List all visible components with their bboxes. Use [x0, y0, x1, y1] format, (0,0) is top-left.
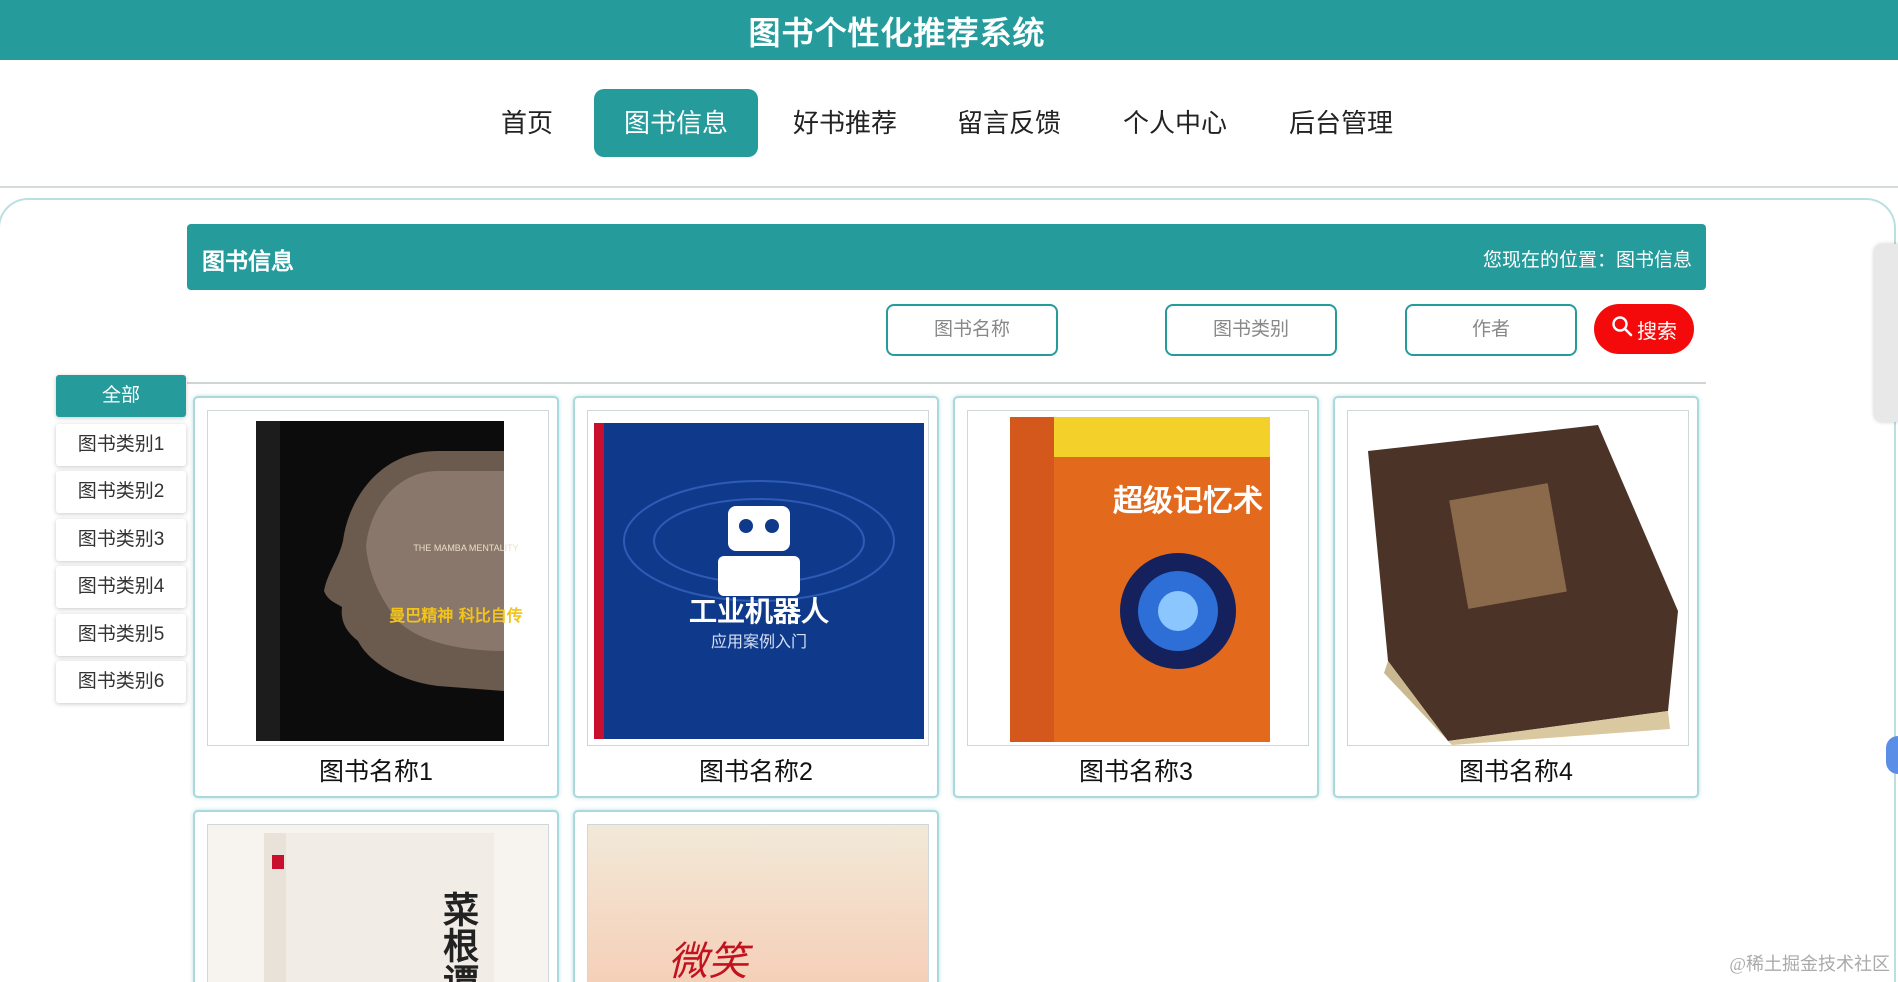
category-all[interactable]: 全部 — [56, 375, 186, 417]
book-name[interactable]: 图书名称3 — [955, 752, 1317, 788]
cover-title: 工业机器人 — [689, 595, 829, 628]
nav-item-home[interactable]: 首页 — [494, 89, 560, 157]
book-card[interactable]: 菜根谭 — [193, 810, 559, 982]
cover-sub: 应用案例入门 — [711, 632, 807, 651]
section-header: 图书信息 您现在的位置：图书信息 — [187, 224, 1706, 290]
search-button-label: 搜索 — [1637, 320, 1677, 343]
cover-title: 微笑 — [668, 939, 754, 982]
nav-item-profile[interactable]: 个人中心 — [1122, 89, 1228, 157]
book-cover[interactable]: 工业机器人 应用案例入门 — [587, 410, 929, 746]
cover-title: 曼巴精神 科比自传 — [389, 606, 523, 625]
divider — [187, 382, 1706, 384]
book-cover[interactable]: 微笑 — [587, 824, 929, 982]
book-name[interactable]: 图书名称2 — [575, 752, 937, 788]
book-card[interactable]: 超级记忆术 图书名称3 — [953, 396, 1319, 798]
book-card[interactable]: 微笑 — [573, 810, 939, 982]
nav-item-recommend[interactable]: 好书推荐 — [792, 89, 898, 157]
section-title: 图书信息 — [202, 248, 294, 274]
book-category-input[interactable] — [1165, 304, 1337, 356]
nav-item-admin[interactable]: 后台管理 — [1288, 89, 1394, 157]
nav-item-feedback[interactable]: 留言反馈 — [956, 89, 1062, 157]
floating-widget[interactable] — [1874, 244, 1898, 422]
book-name[interactable]: 图书名称4 — [1335, 752, 1697, 788]
book-card[interactable]: 图书名称4 — [1333, 396, 1699, 798]
book-cover[interactable] — [1347, 410, 1689, 746]
app-title: 图书个性化推荐系统 — [748, 15, 1046, 51]
search-button[interactable]: 搜索 — [1594, 304, 1694, 354]
watermark: @稀土掘金技术社区 — [1729, 954, 1890, 974]
breadcrumb: 您现在的位置：图书信息 — [1482, 250, 1692, 271]
category-item[interactable]: 图书类别1 — [56, 424, 186, 466]
cover-title: 菜根谭 — [437, 891, 479, 982]
nav-item-books[interactable]: 图书信息 — [594, 89, 758, 157]
floating-button[interactable] — [1886, 736, 1898, 774]
category-item[interactable]: 图书类别5 — [56, 614, 186, 656]
author-input[interactable] — [1405, 304, 1577, 356]
book-cover[interactable]: THE MAMBA MENTALITY 曼巴精神 科比自传 — [207, 410, 549, 746]
cover-sub: THE MAMBA MENTALITY — [413, 543, 518, 553]
category-item[interactable]: 图书类别4 — [56, 566, 186, 608]
category-item[interactable]: 图书类别6 — [56, 661, 186, 703]
main-nav: 首页 图书信息 好书推荐 留言反馈 个人中心 后台管理 — [0, 60, 1898, 188]
cover-title: 超级记忆术 — [1113, 484, 1263, 519]
book-card[interactable]: THE MAMBA MENTALITY 曼巴精神 科比自传 图书名称1 — [193, 396, 559, 798]
book-cover[interactable]: 超级记忆术 — [967, 410, 1309, 746]
category-item[interactable]: 图书类别3 — [56, 519, 186, 561]
category-item[interactable]: 图书类别2 — [56, 471, 186, 513]
search-icon — [1611, 315, 1633, 343]
book-card[interactable]: 工业机器人 应用案例入门 图书名称2 — [573, 396, 939, 798]
book-cover[interactable]: 菜根谭 — [207, 824, 549, 982]
title-bar: 图书个性化推荐系统 — [0, 0, 1898, 60]
book-name-input[interactable] — [886, 304, 1058, 356]
book-name[interactable]: 图书名称1 — [195, 752, 557, 788]
